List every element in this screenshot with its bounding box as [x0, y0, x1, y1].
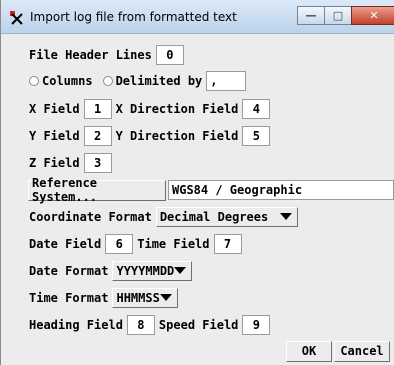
- coord-format-label: Coordinate Format: [29, 210, 152, 224]
- close-button[interactable]: ✕: [351, 6, 394, 25]
- x-field-row: X Field 1 X Direction Field 4: [29, 98, 271, 120]
- close-icon: ✕: [369, 9, 379, 22]
- speed-field-input[interactable]: 9: [242, 315, 271, 335]
- delimiter-input[interactable]: ,: [206, 71, 247, 91]
- chevron-down-icon: [174, 267, 187, 276]
- y-field-row: Y Field 2 Y Direction Field 5: [29, 125, 271, 147]
- z-field-row: Z Field 3: [29, 152, 112, 174]
- x-field-label: X Field: [29, 102, 80, 116]
- app-icon: [10, 11, 23, 25]
- title-bar[interactable]: Import log file from formatted text — □ …: [1, 0, 394, 34]
- date-field-input[interactable]: 6: [105, 234, 134, 254]
- columns-radio[interactable]: [29, 76, 39, 86]
- x-field-input[interactable]: 1: [83, 99, 112, 119]
- y-direction-input[interactable]: 5: [242, 126, 271, 146]
- time-format-row: Time Format HHMMSS: [29, 287, 179, 309]
- header-lines-label: File Header Lines: [29, 48, 152, 62]
- time-format-value: HHMMSS: [116, 291, 160, 305]
- maximize-button[interactable]: □: [324, 6, 352, 25]
- speed-field-label: Speed Field: [158, 318, 239, 332]
- window-title: Import log file from formatted text: [30, 10, 237, 24]
- chevron-down-icon: [279, 213, 292, 222]
- chevron-down-icon: [160, 294, 173, 303]
- time-format-select[interactable]: HHMMSS: [112, 288, 179, 308]
- reference-system-button[interactable]: Reference System...: [28, 176, 166, 204]
- date-format-value: YYYYMMDD: [116, 264, 175, 278]
- time-format-label: Time Format: [29, 291, 109, 305]
- maximize-icon: □: [332, 9, 344, 22]
- heading-field-input[interactable]: 8: [126, 315, 155, 335]
- z-field-input[interactable]: 3: [83, 153, 112, 173]
- delimited-radio[interactable]: [102, 76, 113, 86]
- coord-format-row: Coordinate Format Decimal Degrees: [29, 206, 298, 228]
- time-field-input[interactable]: 7: [213, 234, 242, 254]
- coord-format-value: Decimal Degrees: [159, 210, 269, 224]
- date-format-row: Date Format YYYYMMDD: [29, 260, 193, 282]
- dialog-body: File Header Lines 0 Columns Delimited by…: [1, 34, 394, 365]
- columns-label: Columns: [42, 74, 93, 88]
- minimize-icon: —: [305, 9, 317, 22]
- z-field-label: Z Field: [29, 156, 80, 170]
- heading-speed-row: Heading Field 8 Speed Field 9: [29, 314, 271, 336]
- y-field-label: Y Field: [29, 129, 80, 143]
- date-field-label: Date Field: [29, 237, 102, 251]
- x-direction-input[interactable]: 4: [242, 99, 271, 119]
- header-lines-input[interactable]: 0: [155, 45, 184, 65]
- time-field-label: Time Field: [137, 237, 210, 251]
- date-format-select[interactable]: YYYYMMDD: [112, 261, 193, 281]
- x-direction-label: X Direction Field: [115, 102, 239, 116]
- reference-system-field[interactable]: WGS84 / Geographic: [168, 180, 394, 200]
- y-direction-label: Y Direction Field: [115, 129, 239, 143]
- delimited-label: Delimited by: [115, 74, 203, 88]
- cancel-button[interactable]: Cancel: [334, 340, 390, 362]
- y-field-input[interactable]: 2: [83, 126, 112, 146]
- ok-button[interactable]: OK: [286, 340, 332, 362]
- date-time-field-row: Date Field 6 Time Field 7: [29, 233, 242, 255]
- import-dialog: Import log file from formatted text — □ …: [0, 0, 394, 365]
- dialog-buttons: OK Cancel: [286, 340, 390, 362]
- heading-field-label: Heading Field: [29, 318, 123, 332]
- coord-format-select[interactable]: Decimal Degrees: [155, 207, 298, 227]
- window-controls: — □ ✕: [297, 6, 394, 25]
- minimize-button[interactable]: —: [297, 6, 325, 25]
- date-format-label: Date Format: [29, 264, 109, 278]
- header-lines-row: File Header Lines 0: [29, 44, 184, 66]
- reference-row: Reference System... WGS84 / Geographic: [28, 176, 394, 204]
- format-row: Columns Delimited by ,: [29, 70, 247, 92]
